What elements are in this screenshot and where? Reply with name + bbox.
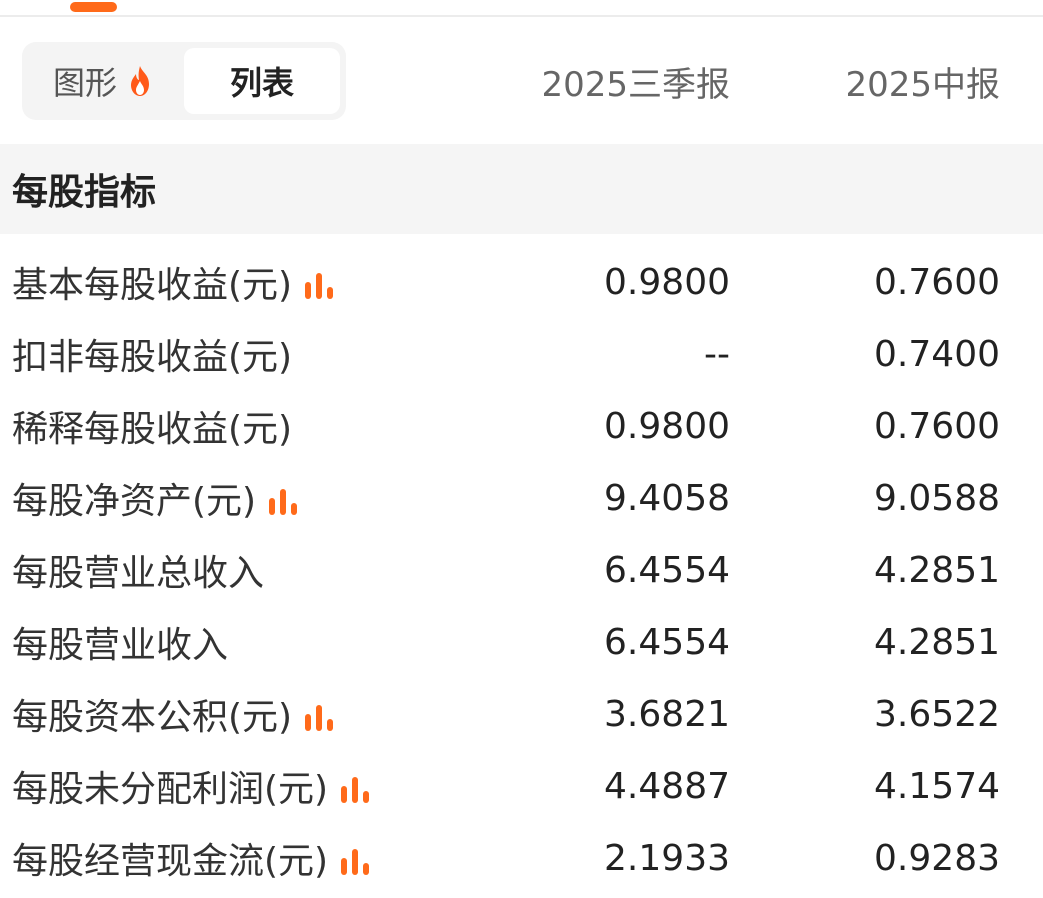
chart-view-option[interactable]: 图形	[22, 42, 184, 120]
table-row[interactable]: 每股未分配利润(元) 4.4887 4.1574	[0, 750, 1043, 822]
fire-icon	[131, 66, 149, 96]
table-row[interactable]: 稀释每股收益(元) 0.9800 0.7600	[0, 390, 1043, 462]
row-label-text: 每股营业收入	[12, 625, 229, 666]
financial-indicators-screen: 图形 列表 2025三季报 2025中报 每股指标 基本每股收益(元) 0.980…	[0, 0, 1043, 898]
table-row[interactable]: 基本每股收益(元) 0.9800 0.7600	[0, 246, 1043, 318]
value-q3: 0.9800	[604, 405, 730, 447]
view-toggle: 图形 列表	[22, 42, 346, 120]
list-view-option[interactable]: 列表	[184, 48, 340, 114]
table-row[interactable]: 扣非每股收益(元) -- 0.7400	[0, 318, 1043, 390]
row-label-text: 每股资本公积(元)	[12, 697, 293, 738]
row-label: 每股未分配利润(元)	[12, 750, 370, 822]
value-h1: 0.7600	[874, 405, 1000, 447]
value-q3: 6.4554	[604, 621, 730, 663]
value-h1: 3.6522	[874, 693, 1000, 735]
row-label-text: 每股净资产(元)	[12, 481, 257, 522]
row-label: 稀释每股收益(元)	[12, 390, 292, 462]
value-q3: --	[704, 333, 730, 375]
row-label: 每股净资产(元)	[12, 462, 298, 534]
row-label: 扣非每股收益(元)	[12, 318, 292, 390]
value-q3: 3.6821	[604, 693, 730, 735]
value-h1: 4.2851	[874, 621, 1000, 663]
row-label: 每股营业收入	[12, 606, 228, 678]
bar-chart-icon[interactable]	[304, 268, 334, 299]
value-q3: 4.4887	[604, 765, 730, 807]
row-label-text: 每股营业总收入	[12, 553, 265, 594]
value-q3: 2.1933	[604, 837, 730, 879]
list-view-label: 列表	[229, 64, 294, 102]
row-label-text: 每股经营现金流(元)	[12, 841, 329, 882]
table-header: 图形 列表 2025三季报 2025中报	[0, 40, 1043, 120]
value-h1: 0.9283	[874, 837, 1000, 879]
value-q3: 6.4554	[604, 549, 730, 591]
value-h1: 0.7600	[874, 261, 1000, 303]
row-label: 每股营业总收入	[12, 534, 264, 606]
value-h1: 9.0588	[874, 477, 1000, 519]
table-row[interactable]: 每股营业总收入 6.4554 4.2851	[0, 534, 1043, 606]
bar-chart-icon[interactable]	[340, 772, 370, 803]
value-q3: 0.9800	[604, 261, 730, 303]
table-row[interactable]: 每股营业收入 6.4554 4.2851	[0, 606, 1043, 678]
value-q3: 9.4058	[604, 477, 730, 519]
table-row[interactable]: 每股净资产(元) 9.4058 9.0588	[0, 462, 1043, 534]
table-row[interactable]: 每股经营现金流(元) 2.1933 0.9283	[0, 822, 1043, 894]
column-header-q3[interactable]: 2025三季报	[480, 42, 730, 120]
top-divider	[0, 15, 1043, 17]
column-header-h1[interactable]: 2025中报	[760, 42, 1000, 120]
row-label-text: 每股未分配利润(元)	[12, 769, 329, 810]
row-label-text: 扣非每股收益(元)	[12, 337, 293, 378]
bar-chart-icon[interactable]	[304, 700, 334, 731]
row-label: 每股经营现金流(元)	[12, 822, 370, 894]
value-h1: 0.7400	[874, 333, 1000, 375]
row-label: 基本每股收益(元)	[12, 246, 334, 318]
row-label-text: 基本每股收益(元)	[12, 265, 293, 306]
row-label-text: 稀释每股收益(元)	[12, 409, 293, 450]
chart-view-label: 图形	[52, 64, 117, 102]
active-tab-indicator	[70, 2, 117, 12]
bar-chart-icon[interactable]	[340, 844, 370, 875]
bar-chart-icon[interactable]	[268, 484, 298, 515]
section-title: 每股指标	[0, 144, 1043, 234]
value-h1: 4.2851	[874, 549, 1000, 591]
value-h1: 4.1574	[874, 765, 1000, 807]
indicator-table: 基本每股收益(元) 0.9800 0.7600 扣非每股收益(元) -- 0.7400 稀释…	[0, 246, 1043, 894]
row-label: 每股资本公积(元)	[12, 678, 334, 750]
table-row[interactable]: 每股资本公积(元) 3.6821 3.6522	[0, 678, 1043, 750]
